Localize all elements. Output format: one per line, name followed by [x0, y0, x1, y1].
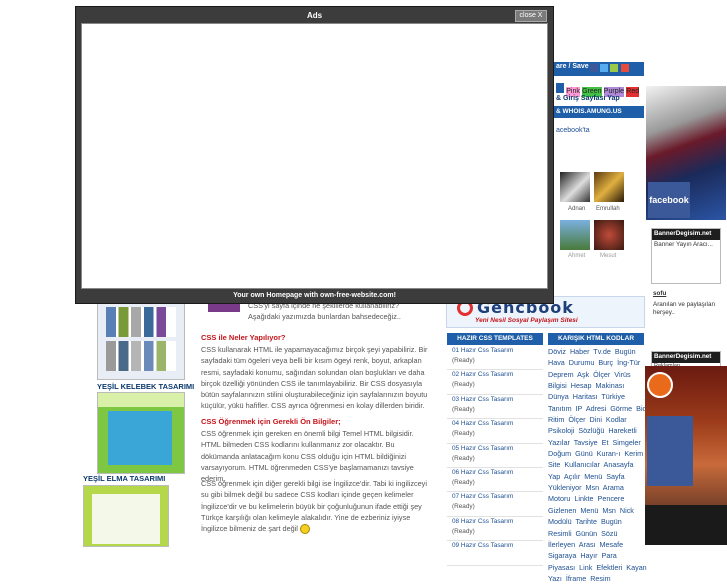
color-red[interactable]: Red	[626, 87, 640, 97]
twitter-share-icon[interactable]	[600, 64, 609, 72]
sofu-box[interactable]: sofu Aranılan ve paylaşılan herşey..	[651, 289, 719, 347]
paragraph-2: CSS öğrenmek için gereken en önemli bilg…	[201, 429, 414, 484]
template-thumbnail-top[interactable]	[97, 300, 185, 380]
templates-header: HAZIR CSS TEMPLATES	[447, 333, 543, 345]
facebook-ad-footer	[645, 505, 727, 545]
codes-header: KARIŞIK HTML KODLAR	[548, 333, 644, 345]
facebook-box-text[interactable]: acebook'ta	[556, 127, 590, 134]
sofu-title[interactable]: sofu	[651, 289, 719, 300]
profile-photo-1[interactable]	[560, 172, 590, 202]
share-label[interactable]: are / Save	[556, 63, 589, 70]
more-share-icon[interactable]	[620, 64, 629, 72]
ads-popup-footer-link[interactable]: Your own Homepage with own-free-website.…	[76, 290, 553, 302]
color-swatches: Pink Green Purple Red	[556, 83, 644, 97]
profile-name-2[interactable]: Emrullah	[596, 206, 620, 212]
template-item[interactable]: 01 Hazır Css Tasarım (Ready)	[447, 346, 543, 371]
facebook-banner-text: facebook	[648, 182, 690, 218]
ads-popup-title: Ads	[306, 11, 323, 20]
ads-popup-content	[81, 23, 548, 289]
template-item[interactable]: 04 Hazır Css Tasarım (Ready)	[447, 419, 543, 444]
thumbnail-grid	[106, 307, 176, 337]
color-blue-swatch[interactable]	[556, 83, 564, 93]
thumbnail-grid-2	[106, 341, 176, 371]
heading-on-bilgiler: CSS Öğrenmek için Gerekli Ön Bilgiler;	[201, 417, 341, 426]
template-thumbnail-elma[interactable]	[83, 485, 169, 547]
facebook-ad-banner[interactable]	[645, 366, 727, 545]
sofu-body: Aranılan ve paylaşılan herşey..	[653, 300, 715, 317]
template-item[interactable]: 03 Hazır Css Tasarım (Ready)	[447, 395, 543, 420]
facebook-ad-logo-icon	[647, 372, 673, 398]
heading-css-neler: CSS ile Neler Yapılıyor?	[201, 333, 286, 342]
bannerdegisim-box[interactable]: BannerDegisim.net Banner Yayın Aracı...	[651, 228, 721, 284]
thumbnail-body-elma	[92, 494, 160, 544]
smiley-icon	[299, 524, 310, 535]
caption-elma[interactable]: YEŞİL ELMA TASARIMI	[83, 474, 165, 483]
thumbnail-stripe	[98, 393, 184, 407]
template-thumbnail-kelebek[interactable]	[97, 392, 185, 474]
template-item[interactable]: 07 Hazır Css Tasarım (Ready)	[447, 492, 543, 517]
profile-photo-4[interactable]	[594, 220, 624, 250]
whois-label[interactable]: & WHOIS.AMUNG.US	[556, 108, 622, 115]
template-item[interactable]: 06 Hazır Css Tasarım (Ready)	[447, 468, 543, 493]
gencbook-subtitle: Yeni Nesil Sosyal Paylaşım Sitesi	[475, 317, 578, 324]
facebook-share-icon[interactable]	[590, 64, 598, 72]
template-item[interactable]: 02 Hazır Css Tasarım (Ready)	[447, 370, 543, 395]
profile-photo-2[interactable]	[594, 172, 624, 202]
ads-popup-close-button[interactable]: close X	[515, 10, 547, 22]
thumbnail-body	[108, 411, 172, 465]
codes-links[interactable]: Döviz Haber Tv.de Bugün Hava Durumu Burç…	[548, 346, 647, 584]
profile-photo-3[interactable]	[560, 220, 590, 250]
sidebar-banner-image[interactable]: facebook	[646, 86, 726, 220]
bannerdegisim-title-2[interactable]: BannerDegisim.net	[652, 352, 720, 363]
share-icons[interactable]	[590, 64, 634, 72]
profile-name-3[interactable]: Ahmet	[568, 253, 585, 259]
caption-kelebek[interactable]: YEŞİL KELEBEK TASARIMI	[97, 382, 194, 391]
paragraph-1: CSS kullanarak HTML ile yapamayacağımız …	[201, 345, 428, 411]
profile-name-4[interactable]: Mesut	[600, 253, 616, 259]
ads-popup: Ads close X Your own Homepage with own-f…	[75, 6, 554, 304]
article-intro-2: Aşağıdaki yazımızda bunlardan bahsedeceğ…	[248, 312, 401, 321]
template-item[interactable]: 05 Hazır Css Tasarım (Ready)	[447, 444, 543, 468]
paragraph-3: CSS öğrenmek için diğer gerekli bilgi is…	[201, 478, 429, 535]
email-share-icon[interactable]	[610, 64, 619, 72]
bannerdegisim-body: Banner Yayın Aracı...	[654, 240, 713, 248]
template-item[interactable]: 08 Hazır Css Tasarım (Ready)	[447, 517, 543, 542]
homepage-link[interactable]: & Giriş Sayfası Yap	[556, 95, 620, 102]
bannerdegisim-title[interactable]: BannerDegisim.net	[652, 229, 720, 240]
facebook-ad-panel	[647, 416, 693, 486]
paragraph-3-text: CSS öğrenmek için diğer gerekli bilgi is…	[201, 479, 427, 534]
profile-name-1[interactable]: Adnan	[568, 206, 585, 212]
templates-list: 01 Hazır Css Tasarım (Ready) 02 Hazır Css…	[447, 346, 543, 566]
